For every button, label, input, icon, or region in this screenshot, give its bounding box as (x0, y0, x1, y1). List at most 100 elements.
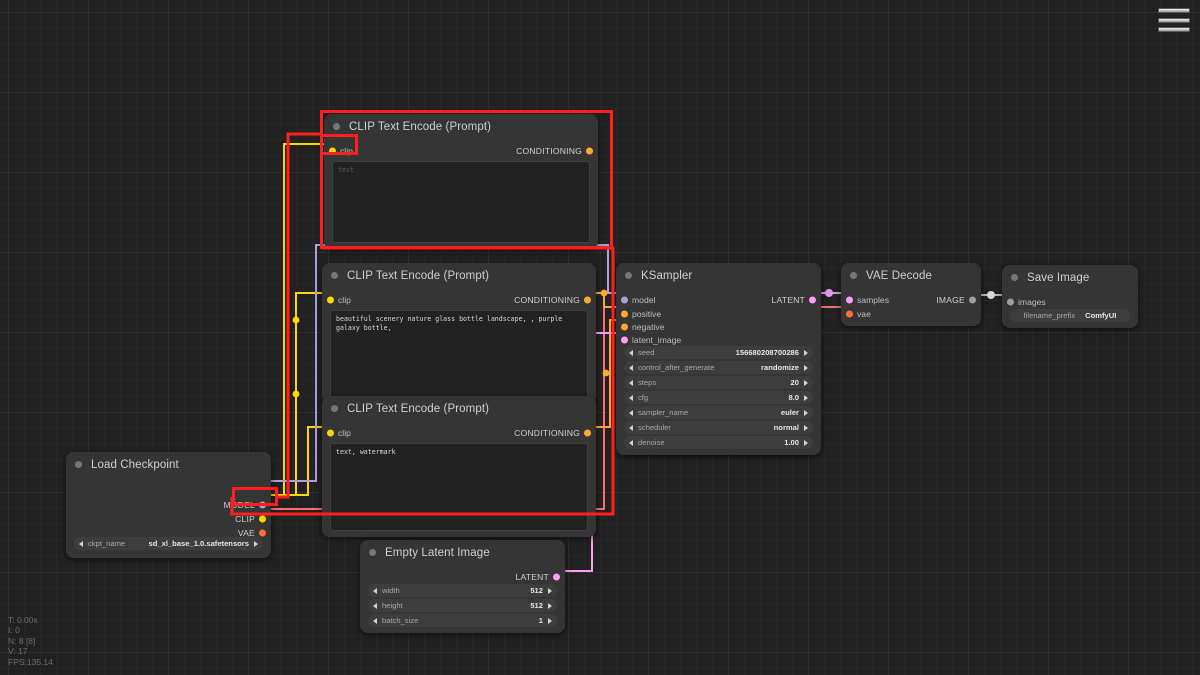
node-clip-text-encode-empty[interactable]: CLIP Text Encode (Prompt) clip CONDITION… (324, 114, 598, 249)
increment-arrow-icon[interactable] (804, 380, 808, 386)
widget-denoise[interactable]: denoise 1.00 (624, 436, 813, 449)
output-slot-clip[interactable]: CLIP (235, 512, 271, 525)
clip-slot-dot-icon[interactable] (327, 429, 334, 436)
input-slot-positive[interactable]: positive (616, 307, 661, 320)
widget-cfg[interactable]: cfg 8.0 (624, 391, 813, 404)
decrement-arrow-icon[interactable] (79, 541, 83, 547)
input-slot-clip[interactable]: clip (322, 426, 351, 439)
image-slot-dot-icon[interactable] (1007, 298, 1014, 305)
node-title-bar[interactable]: CLIP Text Encode (Prompt) (324, 114, 598, 139)
increment-arrow-icon[interactable] (804, 425, 808, 431)
model-slot-dot-icon[interactable] (259, 501, 266, 508)
widget-filename-prefix[interactable]: filename_prefix ComfyUI (1010, 309, 1130, 322)
collapse-dot-icon[interactable] (331, 272, 338, 279)
decrement-arrow-icon[interactable] (373, 603, 377, 609)
prompt-textarea[interactable]: beautiful scenery nature glass bottle la… (330, 310, 588, 398)
decrement-arrow-icon[interactable] (629, 440, 633, 446)
output-slot-conditioning[interactable]: CONDITIONING (514, 426, 596, 439)
input-slot-images[interactable]: images (1002, 295, 1046, 308)
widget-steps[interactable]: steps 20 (624, 376, 813, 389)
widget-scheduler[interactable]: scheduler normal (624, 421, 813, 434)
widget-batch-size[interactable]: batch_size 1 (368, 614, 557, 627)
increment-arrow-icon[interactable] (804, 410, 808, 416)
output-slot-conditioning[interactable]: CONDITIONING (516, 144, 598, 157)
node-empty-latent-image[interactable]: Empty Latent Image LATENT width 512 heig… (360, 540, 565, 633)
comfyui-canvas[interactable]: CLIP Text Encode (Prompt) clip CONDITION… (0, 0, 1200, 675)
collapse-dot-icon[interactable] (369, 549, 376, 556)
model-slot-dot-icon[interactable] (621, 296, 628, 303)
latent-slot-dot-icon[interactable] (846, 296, 853, 303)
node-clip-text-encode-negative[interactable]: CLIP Text Encode (Prompt) clip CONDITION… (322, 396, 596, 537)
increment-arrow-icon[interactable] (804, 365, 808, 371)
decrement-arrow-icon[interactable] (373, 618, 377, 624)
input-slot-vae[interactable]: vae (841, 307, 871, 320)
conditioning-slot-dot-icon[interactable] (584, 429, 591, 436)
decrement-arrow-icon[interactable] (373, 588, 377, 594)
clip-slot-dot-icon[interactable] (259, 515, 266, 522)
input-slot-model[interactable]: model (616, 293, 655, 306)
clip-slot-dot-icon[interactable] (329, 147, 336, 154)
widget-width[interactable]: width 512 (368, 584, 557, 597)
node-vae-decode[interactable]: VAE Decode IMAGE samples vae (841, 263, 981, 326)
conditioning-slot-dot-icon[interactable] (621, 310, 628, 317)
node-title-bar[interactable]: Empty Latent Image (360, 540, 565, 565)
increment-arrow-icon[interactable] (548, 588, 552, 594)
decrement-arrow-icon[interactable] (629, 365, 633, 371)
conditioning-slot-dot-icon[interactable] (584, 296, 591, 303)
latent-slot-dot-icon[interactable] (809, 296, 816, 303)
widget-ckpt-name[interactable]: ckpt_name sd_xl_base_1.0.safetensors (74, 537, 263, 550)
latent-slot-dot-icon[interactable] (553, 573, 560, 580)
latent-slot-dot-icon[interactable] (621, 336, 628, 343)
decrement-arrow-icon[interactable] (629, 410, 633, 416)
collapse-dot-icon[interactable] (331, 405, 338, 412)
node-load-checkpoint[interactable]: Load Checkpoint MODEL CLIP VAE ckpt (66, 452, 271, 558)
node-title-bar[interactable]: VAE Decode (841, 263, 981, 288)
output-slot-conditioning[interactable]: CONDITIONING (514, 293, 596, 306)
widget-height[interactable]: height 512 (368, 599, 557, 612)
input-slot-latent-image[interactable]: latent_image (616, 333, 681, 346)
collapse-dot-icon[interactable] (1011, 274, 1018, 281)
output-slot-latent[interactable]: LATENT (515, 570, 565, 583)
node-title-bar[interactable]: Load Checkpoint (66, 452, 271, 477)
node-title-bar[interactable]: CLIP Text Encode (Prompt) (322, 396, 596, 421)
decrement-arrow-icon[interactable] (629, 395, 633, 401)
collapse-dot-icon[interactable] (850, 272, 857, 279)
vae-slot-dot-icon[interactable] (259, 529, 266, 536)
input-slot-clip[interactable]: clip (322, 293, 351, 306)
increment-arrow-icon[interactable] (548, 618, 552, 624)
node-clip-text-encode-positive[interactable]: CLIP Text Encode (Prompt) clip CONDITION… (322, 263, 596, 404)
node-save-image[interactable]: Save Image images filename_prefix ComfyU… (1002, 265, 1138, 328)
hamburger-menu-icon[interactable] (1158, 8, 1190, 32)
output-slot-model[interactable]: MODEL (223, 498, 271, 511)
decrement-arrow-icon[interactable] (629, 425, 633, 431)
vae-slot-dot-icon[interactable] (846, 310, 853, 317)
output-slot-image[interactable]: IMAGE (936, 293, 981, 306)
decrement-arrow-icon[interactable] (629, 350, 633, 356)
increment-arrow-icon[interactable] (804, 395, 808, 401)
node-title-bar[interactable]: KSampler (616, 263, 821, 288)
increment-arrow-icon[interactable] (254, 541, 258, 547)
increment-arrow-icon[interactable] (804, 440, 808, 446)
decrement-arrow-icon[interactable] (629, 380, 633, 386)
input-slot-negative[interactable]: negative (616, 320, 665, 333)
clip-slot-dot-icon[interactable] (327, 296, 334, 303)
prompt-textarea[interactable]: text (332, 161, 590, 243)
widget-seed[interactable]: seed 156680208700286 (624, 346, 813, 359)
prompt-textarea[interactable]: text, watermark (330, 443, 588, 531)
image-slot-dot-icon[interactable] (969, 296, 976, 303)
node-title-bar[interactable]: CLIP Text Encode (Prompt) (322, 263, 596, 288)
increment-arrow-icon[interactable] (548, 603, 552, 609)
input-slot-clip[interactable]: clip (324, 144, 353, 157)
input-slot-samples[interactable]: samples (841, 293, 889, 306)
widget-sampler-name[interactable]: sampler_name euler (624, 406, 813, 419)
conditioning-slot-dot-icon[interactable] (586, 147, 593, 154)
output-slot-latent[interactable]: LATENT (771, 293, 821, 306)
node-title-bar[interactable]: Save Image (1002, 265, 1138, 290)
widget-control-after-generate[interactable]: control_after_generate randomize (624, 361, 813, 374)
collapse-dot-icon[interactable] (333, 123, 340, 130)
collapse-dot-icon[interactable] (625, 272, 632, 279)
conditioning-slot-dot-icon[interactable] (621, 323, 628, 330)
node-ksampler[interactable]: KSampler LATENT model positive negat (616, 263, 821, 455)
increment-arrow-icon[interactable] (804, 350, 808, 356)
collapse-dot-icon[interactable] (75, 461, 82, 468)
